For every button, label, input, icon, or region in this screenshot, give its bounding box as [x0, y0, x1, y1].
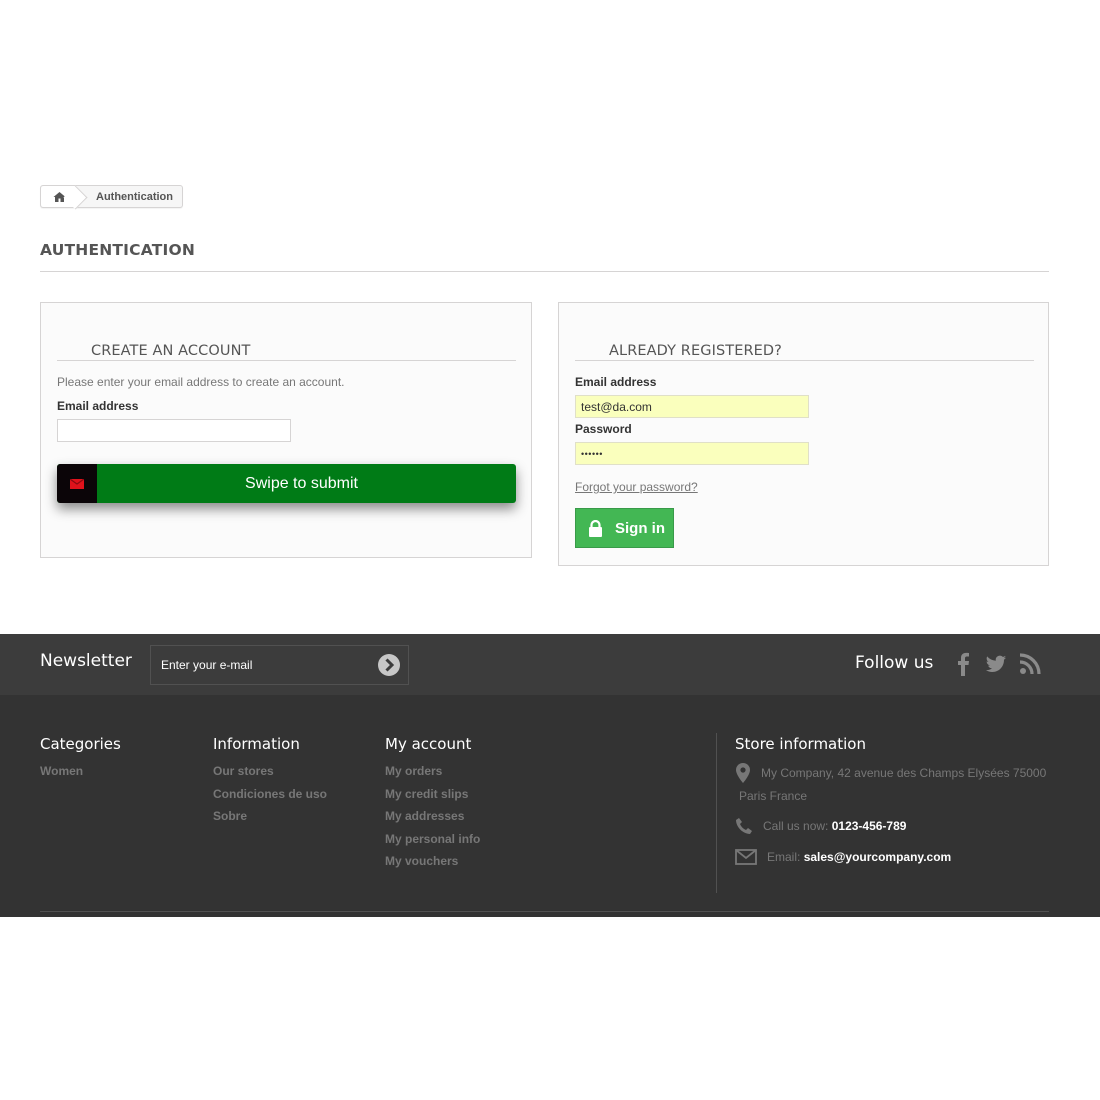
password-input[interactable]: ••••••: [575, 442, 809, 465]
twitter-icon[interactable]: [985, 652, 1007, 676]
call-us-label: Call us now:: [763, 819, 829, 833]
breadcrumb-current: Authentication: [96, 190, 173, 203]
page-title: AUTHENTICATION: [40, 241, 1049, 272]
map-marker-icon: [736, 763, 750, 783]
store-address: My Company, 42 avenue des Champs Elysées…: [735, 763, 1046, 783]
newsletter-title: Newsletter: [40, 651, 132, 671]
footer: Categories Women Information Our stores …: [0, 695, 1100, 917]
footer-link[interactable]: My personal info: [385, 828, 480, 851]
create-account-form: CREATE AN ACCOUNT Please enter your emai…: [40, 302, 532, 558]
create-account-description: Please enter your email address to creat…: [57, 375, 345, 389]
password-label: Password: [575, 422, 632, 436]
login-form: ALREADY REGISTERED? Email address test@d…: [558, 302, 1049, 566]
footer-information-title: Information: [213, 735, 300, 753]
envelope-icon: [70, 478, 84, 489]
swipe-handle[interactable]: [57, 464, 97, 503]
footer-link[interactable]: My vouchers: [385, 850, 480, 873]
footer-my-account-title: My account: [385, 735, 472, 753]
follow-us-label: Follow us: [855, 653, 934, 673]
footer-link[interactable]: Condiciones de uso: [213, 783, 327, 806]
login-title: ALREADY REGISTERED?: [575, 343, 1034, 361]
footer-link[interactable]: My addresses: [385, 805, 480, 828]
facebook-icon[interactable]: [953, 652, 975, 676]
create-account-title: CREATE AN ACCOUNT: [57, 343, 516, 361]
footer-divider: [40, 911, 1049, 912]
footer-link[interactable]: My orders: [385, 760, 480, 783]
phone-icon: [736, 818, 752, 834]
rss-icon[interactable]: [1019, 652, 1041, 676]
login-email-label: Email address: [575, 375, 657, 389]
swipe-label: Swipe to submit: [245, 474, 358, 492]
footer-my-account: My account My orders My credit slips My …: [385, 735, 480, 873]
sign-in-label: Sign in: [615, 519, 665, 537]
footer-link[interactable]: My credit slips: [385, 783, 480, 806]
footer-link[interactable]: Women: [40, 760, 121, 783]
store-information-title: Store information: [735, 735, 866, 753]
store-phone-number: 0123-456-789: [831, 819, 907, 833]
sign-in-button[interactable]: Sign in: [575, 508, 674, 548]
store-email-link[interactable]: sales@yourcompany.com: [804, 850, 952, 864]
footer-link[interactable]: Our stores: [213, 760, 327, 783]
email-label: Email:: [767, 850, 801, 864]
footer-categories-title: Categories: [40, 735, 121, 753]
lock-icon: [589, 519, 602, 537]
create-email-input[interactable]: [57, 419, 291, 442]
newsletter-bar: Newsletter Enter your e-mail Follow us: [0, 634, 1100, 695]
forgot-password-link[interactable]: Forgot your password?: [575, 480, 698, 494]
store-address-line1: My Company, 42 avenue des Champs Elysées…: [761, 766, 1047, 780]
store-address-line2: Paris France: [739, 789, 808, 803]
breadcrumb: Authentication: [40, 185, 183, 208]
store-phone: Call us now: 0123-456-789: [735, 817, 1046, 835]
newsletter-email-input[interactable]: Enter your e-mail: [150, 645, 409, 685]
newsletter-placeholder: Enter your e-mail: [161, 658, 253, 672]
newsletter-submit-icon[interactable]: [378, 654, 400, 676]
footer-store-information: Store information My Company, 42 avenue …: [716, 733, 1046, 893]
login-email-input[interactable]: test@da.com: [575, 395, 809, 418]
footer-link[interactable]: Sobre: [213, 805, 327, 828]
footer-information: Information Our stores Condiciones de us…: [213, 735, 327, 828]
swipe-to-submit-slider[interactable]: Swipe to submit: [57, 464, 516, 503]
store-email: Email: sales@yourcompany.com: [735, 849, 1046, 865]
envelope-outline-icon: [735, 849, 757, 865]
footer-categories: Categories Women: [40, 735, 121, 783]
create-email-label: Email address: [57, 399, 139, 413]
